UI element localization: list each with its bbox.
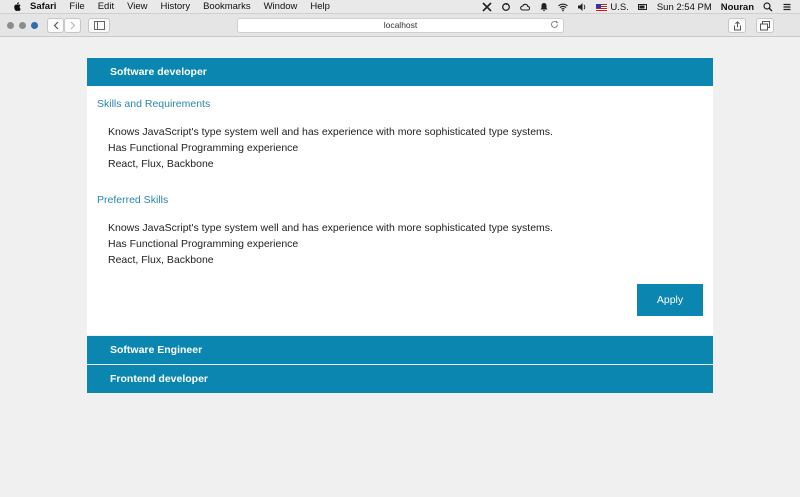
job-header-software-engineer[interactable]: Software Engineer <box>87 336 713 364</box>
job-details-panel: Skills and Requirements Knows JavaScript… <box>87 86 713 335</box>
volume-icon[interactable] <box>577 2 587 12</box>
notification-center-icon[interactable] <box>782 2 792 12</box>
list-item: Knows JavaScript's type system well and … <box>108 222 553 234</box>
list-item: Has Functional Programming experience <box>108 142 299 154</box>
job-title: Software Engineer <box>110 344 203 356</box>
tools-icon[interactable] <box>482 2 492 12</box>
close-window-button[interactable] <box>7 22 14 29</box>
list-item: React, Flux, Backbone <box>108 158 214 170</box>
chevron-left-icon <box>53 21 58 30</box>
menu-extras: U.S. Sun 2:54 PM Nouran <box>473 0 792 14</box>
us-flag-icon[interactable] <box>596 3 608 11</box>
menu-bookmarks[interactable]: Bookmarks <box>203 1 251 12</box>
list-item: Knows JavaScript's type system well and … <box>108 126 553 138</box>
apple-icon[interactable] <box>13 2 21 12</box>
job-header-frontend-developer[interactable]: Frontend developer <box>87 365 713 393</box>
page-content: Software developer Skills and Requiremen… <box>0 38 800 497</box>
tabs-icon <box>760 21 770 31</box>
user-name[interactable]: Nouran <box>721 2 754 13</box>
menu-help[interactable]: Help <box>310 1 330 12</box>
menu-history[interactable]: History <box>161 1 191 12</box>
battery-icon[interactable] <box>637 2 648 12</box>
reload-icon[interactable] <box>550 20 559 33</box>
section-heading-skills: Skills and Requirements <box>97 98 211 110</box>
menu-edit[interactable]: Edit <box>98 1 114 12</box>
sidebar-toggle-button[interactable] <box>88 18 110 33</box>
tabs-overview-button[interactable] <box>756 18 774 33</box>
job-header-software-developer[interactable]: Software developer <box>87 58 713 86</box>
job-title: Software developer <box>110 66 207 78</box>
sidebar-icon <box>93 21 105 30</box>
address-text: localhost <box>383 20 418 30</box>
menu-window[interactable]: Window <box>264 1 298 12</box>
notification-bell-icon[interactable] <box>539 2 549 12</box>
zoom-window-button[interactable] <box>31 22 38 29</box>
back-button[interactable] <box>47 18 64 33</box>
share-button[interactable] <box>728 18 746 33</box>
menu-bar: Safari File Edit View History Bookmarks … <box>0 0 800 14</box>
sync-icon[interactable] <box>501 2 511 12</box>
cloud-icon[interactable] <box>520 2 531 12</box>
browser-toolbar: localhost <box>0 14 800 37</box>
menu-app-name[interactable]: Safari <box>30 1 56 12</box>
wifi-icon[interactable] <box>558 2 569 12</box>
forward-button[interactable] <box>64 18 81 33</box>
skills-list: Knows JavaScript's type system well and … <box>108 124 553 172</box>
chevron-right-icon <box>70 21 75 30</box>
section-heading-preferred-skills: Preferred Skills <box>97 194 169 206</box>
job-title: Frontend developer <box>110 373 209 385</box>
clock[interactable]: Sun 2:54 PM <box>657 2 712 13</box>
address-bar[interactable]: localhost <box>237 18 564 33</box>
preferred-skills-list: Knows JavaScript's type system well and … <box>108 220 553 268</box>
menu-view[interactable]: View <box>127 1 147 12</box>
input-source-label[interactable]: U.S. <box>610 2 628 13</box>
share-icon <box>733 21 741 31</box>
minimize-window-button[interactable] <box>19 22 26 29</box>
apply-button[interactable]: Apply <box>637 284 703 316</box>
list-item: Has Functional Programming experience <box>108 238 299 250</box>
menu-file[interactable]: File <box>69 1 84 12</box>
list-item: React, Flux, Backbone <box>108 254 214 266</box>
spotlight-search-icon[interactable] <box>763 2 773 12</box>
